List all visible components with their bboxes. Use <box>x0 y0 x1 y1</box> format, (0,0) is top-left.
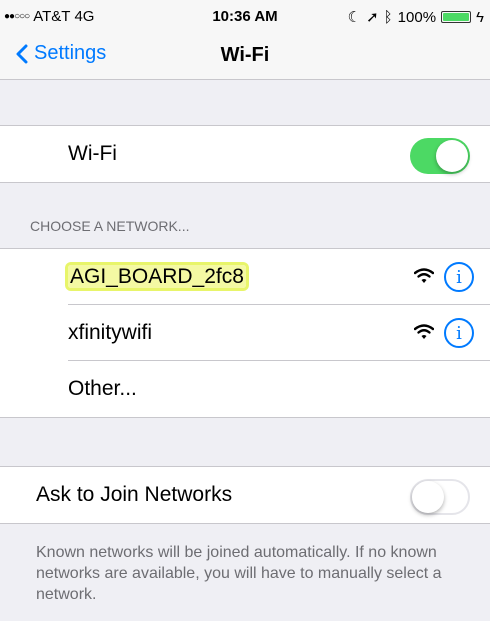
wifi-label: Wi-Fi <box>68 142 117 165</box>
network-row[interactable]: xfinitywifi i <box>0 305 490 361</box>
info-icon[interactable]: i <box>444 262 474 292</box>
wifi-signal-icon <box>414 324 434 339</box>
other-network-row[interactable]: Other... <box>0 361 490 417</box>
bluetooth-icon: ᛒ <box>383 8 393 26</box>
wifi-signal-icon <box>414 268 434 283</box>
wifi-toggle[interactable] <box>410 138 470 174</box>
network-name: xfinitywifi <box>68 321 153 344</box>
footer-description: Known networks will be joined automatica… <box>36 544 442 603</box>
toggle-knob <box>436 140 468 172</box>
ask-to-join-toggle[interactable] <box>410 479 470 515</box>
status-bar: ●●○○○ AT&T 4G 10:36 AM ☾ ➚ ᛒ 100% ϟ <box>0 0 490 32</box>
location-arrow-icon: ➚ <box>366 9 379 26</box>
network-list: AGI_BOARD_2fc8 i xfinitywifi i Other... <box>0 248 490 418</box>
wifi-row: Wi-Fi <box>0 126 490 182</box>
ask-to-join-row: Ask to Join Networks <box>0 467 490 523</box>
battery-icon <box>441 11 472 23</box>
status-right: ☾ ➚ ᛒ 100% ϟ <box>347 8 484 27</box>
info-icon[interactable]: i <box>444 318 474 348</box>
navigation-bar: Settings Wi-Fi <box>0 32 490 80</box>
moon-icon: ☾ <box>347 9 362 26</box>
other-network-label: Other... <box>68 377 137 400</box>
battery-percent: 100% <box>397 8 437 26</box>
network-row[interactable]: AGI_BOARD_2fc8 i <box>0 249 490 305</box>
ask-to-join-group: Ask to Join Networks <box>0 466 490 524</box>
page-title: Wi-Fi <box>220 44 270 66</box>
charging-icon: ϟ <box>476 8 484 26</box>
section-header: CHOOSE A NETWORK... <box>30 218 190 234</box>
toggle-knob <box>412 481 444 513</box>
wifi-group: Wi-Fi <box>0 125 490 183</box>
network-name: AGI_BOARD_2fc8 <box>68 265 246 288</box>
ask-to-join-label: Ask to Join Networks <box>36 483 233 506</box>
